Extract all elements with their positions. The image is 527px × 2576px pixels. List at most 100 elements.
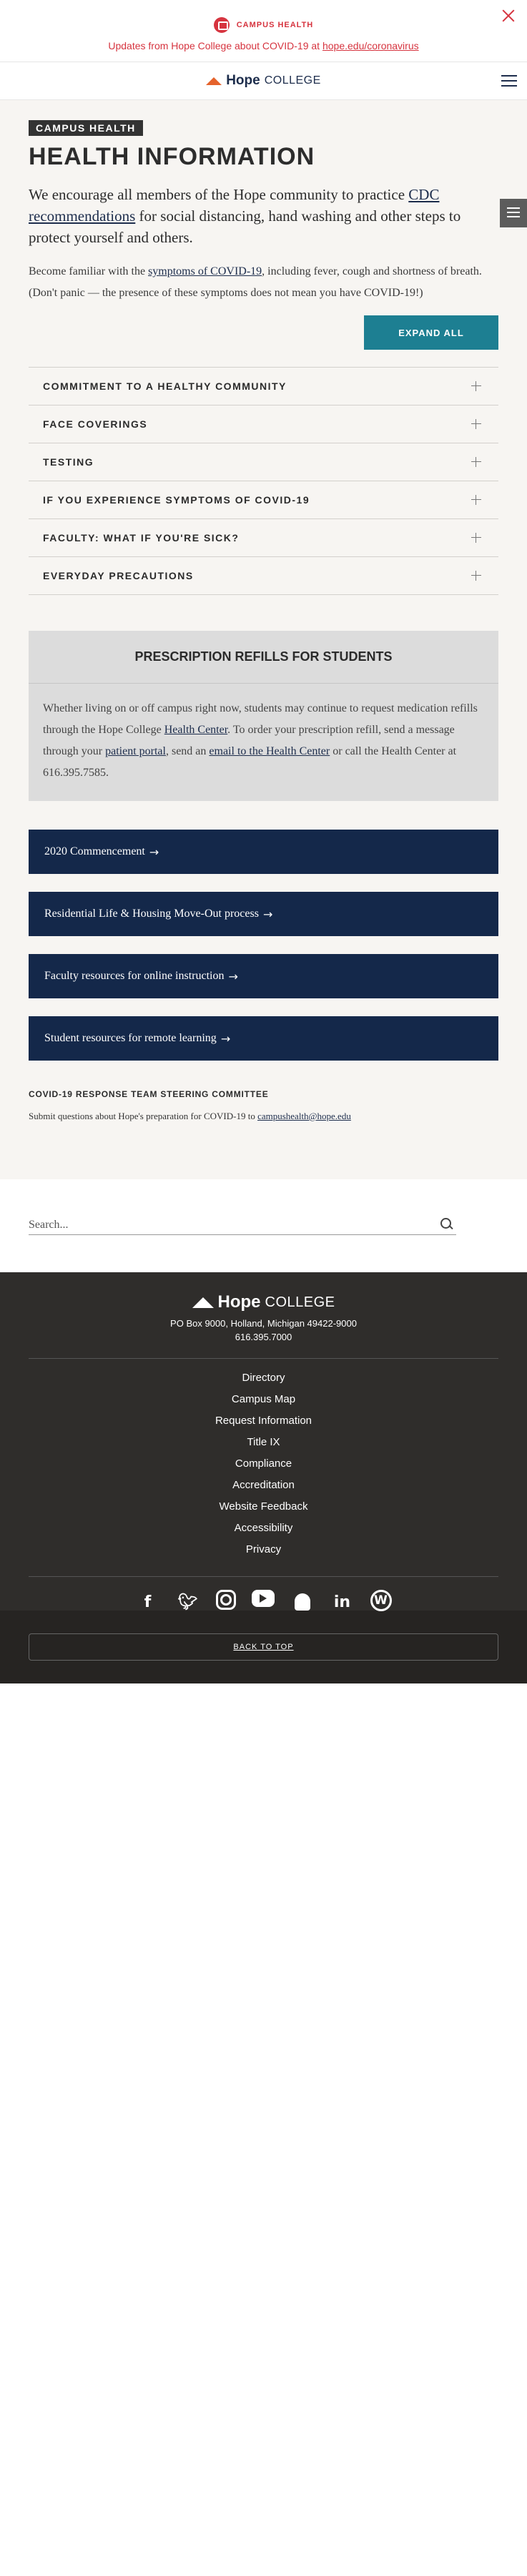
search-input[interactable] bbox=[29, 1216, 429, 1234]
accordion-item-healthy-community[interactable]: COMMITMENT TO A HEALTHY COMMUNITY bbox=[29, 368, 498, 405]
arrow-right-icon: → bbox=[220, 1031, 231, 1046]
youtube-icon[interactable] bbox=[251, 1590, 275, 1607]
social-links: f 🐦︎ in W bbox=[0, 1590, 527, 1614]
footer-link-compliance[interactable]: Compliance bbox=[0, 1453, 527, 1475]
page-title: HEALTH INFORMATION bbox=[29, 143, 315, 170]
plus-icon bbox=[471, 419, 481, 429]
footer-link-directory[interactable]: Directory bbox=[0, 1367, 527, 1389]
accordion-item-faculty-sick[interactable]: FACULTY: WHAT IF YOU'RE SICK? bbox=[29, 519, 498, 557]
hope-college-logo[interactable]: Hope COLLEGE bbox=[206, 73, 321, 89]
main-content: CAMPUS HEALTH HEALTH INFORMATION We enco… bbox=[0, 100, 527, 1179]
footer-link-website-feedback[interactable]: Website Feedback bbox=[0, 1496, 527, 1518]
footer-logo-college: COLLEGE bbox=[265, 1294, 335, 1310]
link-button-label: 2020 Commencement bbox=[44, 845, 145, 857]
accordion-item-symptoms[interactable]: IF YOU EXPERIENCE SYMPTOMS OF COVID-19 bbox=[29, 481, 498, 519]
footer-link-request-info[interactable]: Request Information bbox=[0, 1410, 527, 1432]
link-button-label: Faculty resources for online instruction bbox=[44, 970, 225, 982]
campus-health-email-link[interactable]: campushealth@hope.edu bbox=[257, 1111, 351, 1121]
symptoms-link[interactable]: symptoms of COVID-19 bbox=[148, 265, 262, 277]
logo-college-text: COLLEGE bbox=[264, 74, 321, 87]
linkedin-icon[interactable]: in bbox=[330, 1590, 355, 1614]
wordpress-icon[interactable]: W bbox=[370, 1590, 392, 1611]
footer-link-accessibility[interactable]: Accessibility bbox=[0, 1518, 527, 1539]
footer-bottom: BACK TO TOP bbox=[0, 1611, 527, 1683]
footer-logo-hope: Hope bbox=[217, 1292, 261, 1312]
prescription-refills-box: PRESCRIPTION REFILLS FOR STUDENTS Whethe… bbox=[29, 631, 498, 801]
plus-icon bbox=[471, 571, 481, 581]
accordion-label: FACE COVERINGS bbox=[43, 418, 148, 430]
twitter-icon[interactable]: 🐦︎ bbox=[176, 1590, 200, 1614]
patient-portal-link[interactable]: patient portal bbox=[105, 745, 166, 757]
plus-icon bbox=[471, 533, 481, 543]
footer-logo[interactable]: Hope COLLEGE bbox=[0, 1292, 527, 1312]
commencement-button[interactable]: 2020 Commencement → bbox=[29, 830, 498, 874]
arrow-right-icon: → bbox=[149, 845, 159, 859]
accordion: COMMITMENT TO A HEALTHY COMMUNITY FACE C… bbox=[29, 367, 498, 595]
back-to-top-button[interactable]: BACK TO TOP bbox=[29, 1633, 498, 1661]
menu-icon[interactable] bbox=[501, 75, 517, 87]
para-text-1: Become familiar with the bbox=[29, 265, 149, 277]
steering-text: Submit questions about Hope's preparatio… bbox=[29, 1111, 258, 1121]
footer-link-title-ix[interactable]: Title IX bbox=[0, 1432, 527, 1453]
accordion-label: FACULTY: WHAT IF YOU'RE SICK? bbox=[43, 532, 240, 544]
expand-all-button[interactable]: EXPAND ALL bbox=[364, 315, 498, 350]
alert-header: CAMPUS HEALTH bbox=[0, 0, 527, 33]
accordion-label: TESTING bbox=[43, 456, 94, 468]
snapchat-icon[interactable] bbox=[290, 1590, 315, 1614]
flame-icon bbox=[206, 76, 222, 86]
accordion-label: IF YOU EXPERIENCE SYMPTOMS OF COVID-19 bbox=[43, 494, 310, 506]
alert-title: CAMPUS HEALTH bbox=[236, 21, 314, 29]
plus-icon bbox=[471, 457, 481, 467]
footer-address: PO Box 9000, Holland, Michigan 49422-900… bbox=[170, 1318, 357, 1329]
alert-message-text: Updates from Hope College about COVID-19… bbox=[108, 40, 322, 51]
search-section bbox=[0, 1179, 527, 1272]
anchor-mountain-icon bbox=[192, 1296, 214, 1309]
facebook-icon[interactable]: f bbox=[136, 1590, 160, 1614]
logo-hope-text: Hope bbox=[226, 73, 260, 88]
instagram-icon[interactable] bbox=[215, 1590, 236, 1610]
footer-phone: 616.395.7000 bbox=[235, 1332, 292, 1342]
health-center-link[interactable]: Health Center bbox=[164, 724, 227, 736]
page-menu-toggle[interactable] bbox=[500, 199, 527, 227]
steering-committee-title: COVID-19 RESPONSE TEAM STEERING COMMITTE… bbox=[29, 1089, 269, 1099]
move-out-button[interactable]: Residential Life & Housing Move-Out proc… bbox=[29, 892, 498, 936]
steering-committee-text: Submit questions about Hope's preparatio… bbox=[29, 1111, 498, 1122]
email-health-center-link[interactable]: email to the Health Center bbox=[209, 745, 330, 757]
faculty-resources-button[interactable]: Faculty resources for online instruction… bbox=[29, 954, 498, 998]
prescription-refills-title: PRESCRIPTION REFILLS FOR STUDENTS bbox=[29, 631, 498, 684]
footer-link-accreditation[interactable]: Accreditation bbox=[0, 1475, 527, 1496]
search-field bbox=[29, 1216, 456, 1235]
footer-link-privacy[interactable]: Privacy bbox=[0, 1539, 527, 1560]
footer-links: Directory Campus Map Request Information… bbox=[0, 1359, 527, 1560]
chat-bubble-icon bbox=[213, 17, 230, 33]
footer-link-campus-map[interactable]: Campus Map bbox=[0, 1389, 527, 1410]
alert-bar: CAMPUS HEALTH Updates from Hope College … bbox=[0, 0, 527, 62]
list-icon bbox=[500, 199, 527, 217]
alert-link[interactable]: hope.edu/coronavirus bbox=[322, 40, 419, 51]
accordion-item-face-coverings[interactable]: FACE COVERINGS bbox=[29, 405, 498, 443]
plus-icon bbox=[471, 381, 481, 391]
site-footer: Hope COLLEGE PO Box 9000, Holland, Michi… bbox=[0, 1272, 527, 1611]
accordion-label: COMMITMENT TO A HEALTHY COMMUNITY bbox=[43, 380, 287, 392]
expand-row: EXPAND ALL bbox=[29, 315, 498, 350]
arrow-right-icon: → bbox=[228, 969, 238, 983]
link-button-label: Student resources for remote learning bbox=[44, 1032, 217, 1044]
alert-message: Updates from Hope College about COVID-19… bbox=[0, 40, 527, 51]
intro-lead: We encourage all members of the Hope com… bbox=[29, 184, 498, 248]
rx-text-3: , send an bbox=[165, 745, 210, 757]
arrow-right-icon: → bbox=[262, 907, 273, 921]
close-icon[interactable] bbox=[500, 7, 517, 24]
student-resources-button[interactable]: Student resources for remote learning → bbox=[29, 1016, 498, 1061]
footer-divider bbox=[29, 1576, 498, 1577]
search-icon[interactable] bbox=[440, 1218, 453, 1231]
prescription-refills-body: Whether living on or off campus right no… bbox=[29, 684, 498, 801]
symptoms-paragraph: Become familiar with the symptoms of COV… bbox=[29, 261, 498, 304]
accordion-item-precautions[interactable]: EVERYDAY PRECAUTIONS bbox=[29, 557, 498, 595]
link-button-label: Residential Life & Housing Move-Out proc… bbox=[44, 908, 259, 920]
lead-text-1: We encourage all members of the Hope com… bbox=[29, 186, 409, 203]
site-header: Hope COLLEGE bbox=[0, 62, 527, 100]
accordion-item-testing[interactable]: TESTING bbox=[29, 443, 498, 481]
plus-icon bbox=[471, 495, 481, 505]
accordion-label: EVERYDAY PRECAUTIONS bbox=[43, 570, 194, 581]
section-badge: CAMPUS HEALTH bbox=[29, 120, 143, 136]
